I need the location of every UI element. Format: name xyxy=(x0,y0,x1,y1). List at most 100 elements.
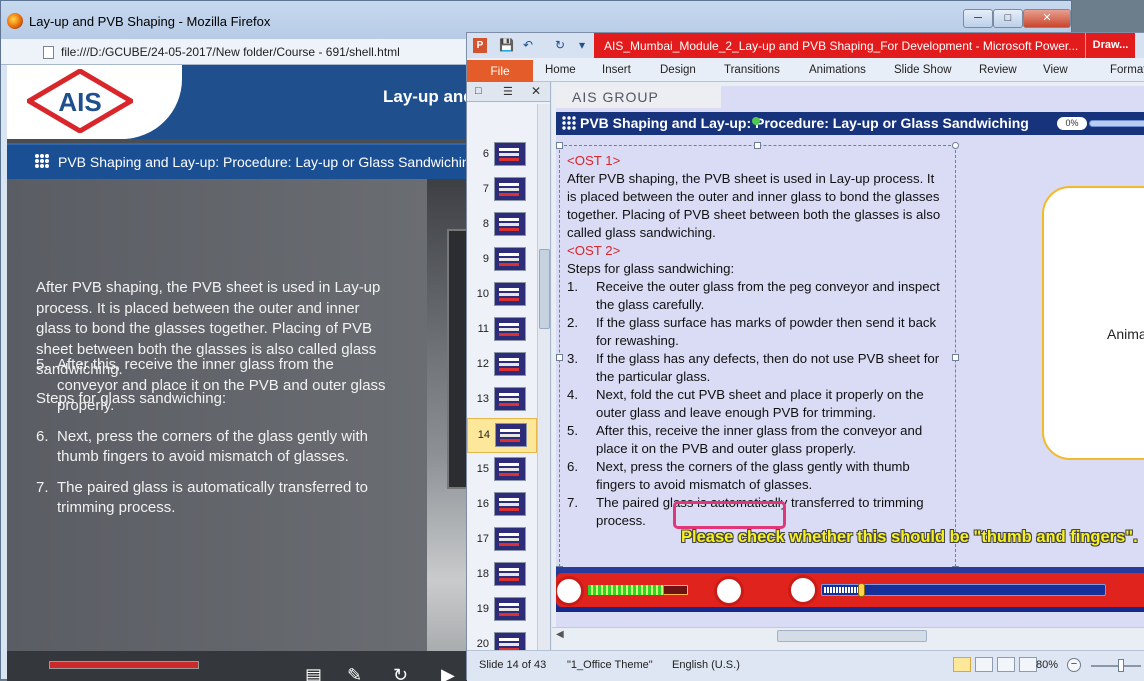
slide-thumbnail-image[interactable] xyxy=(494,352,526,376)
animation-placeholder[interactable]: Anima xyxy=(1042,186,1144,460)
slide-canvas[interactable]: AIS GROUP PVB Shaping and Lay-up: Proced… xyxy=(556,86,1144,632)
tab-file[interactable]: File xyxy=(467,60,533,82)
zoom-level[interactable]: 80% xyxy=(1036,659,1058,671)
drawing-tools-tab[interactable]: Draw... xyxy=(1085,33,1135,58)
pane-tabs: □ ☰ ✕ xyxy=(467,82,550,102)
powerpoint-titlebar: P 💾 ↶ ↻ ▾ AIS_Mumbai_Module_2_Lay-up and… xyxy=(467,33,1144,58)
slide-thumbnail-image[interactable] xyxy=(494,142,526,166)
status-bar: Slide 14 of 43 "1_Office Theme" English … xyxy=(467,650,1144,681)
slide-thumbnail[interactable]: 17 xyxy=(467,523,537,558)
slide-thumbnail-image[interactable] xyxy=(494,247,526,271)
zoom-out-icon[interactable]: − xyxy=(1067,658,1081,672)
slide-thumbnail-image[interactable] xyxy=(494,387,526,411)
slide-step-item: 5. After this, receive the inner glass fr… xyxy=(567,422,947,458)
close-button[interactable]: ✕ xyxy=(1023,9,1071,28)
tab-insert[interactable]: Insert xyxy=(602,64,631,76)
firefox-window-title: Lay-up and PVB Shaping - Mozilla Firefox xyxy=(29,14,271,29)
slide-thumbnail[interactable]: 19 xyxy=(467,593,537,628)
slide-thumbnail-image[interactable] xyxy=(494,317,526,341)
slide-thumbnail-number: 10 xyxy=(476,288,489,300)
slide-step-number: 2. xyxy=(567,315,578,330)
slide-thumbnail-number: 6 xyxy=(482,148,489,160)
maximize-button[interactable]: □ xyxy=(993,9,1023,28)
slide-thumbnail-image[interactable] xyxy=(494,282,526,306)
slide-thumbnail-number: 18 xyxy=(476,568,489,580)
slide-thumbnail-image[interactable] xyxy=(494,632,526,650)
slides-tab-icon[interactable]: □ xyxy=(475,85,482,97)
qat-dropdown-icon[interactable]: ▾ xyxy=(579,38,585,52)
slide-thumbnail[interactable]: 8 xyxy=(467,208,537,243)
tab-format[interactable]: Format xyxy=(1110,64,1144,76)
slide-thumbnail-image[interactable] xyxy=(494,492,526,516)
playback-thumb[interactable] xyxy=(858,583,865,597)
logo-text: AIS xyxy=(58,87,101,117)
slide-thumbnail[interactable]: 20 xyxy=(467,628,537,650)
slide-step-text: Next, press the corners of the glass gen… xyxy=(596,459,910,492)
tab-slide-show[interactable]: Slide Show xyxy=(894,64,952,76)
replay-icon[interactable]: ↻ xyxy=(393,665,408,681)
slide-thumbnail-image[interactable] xyxy=(494,597,526,621)
tab-animations[interactable]: Animations xyxy=(809,64,866,76)
close-pane-icon[interactable]: ✕ xyxy=(531,84,541,98)
save-icon[interactable]: 💾 xyxy=(499,38,514,52)
animation-placeholder-text: Anima xyxy=(1107,326,1144,342)
pause-icon[interactable] xyxy=(788,575,818,605)
slide-thumbnail[interactable]: 13 xyxy=(467,383,537,418)
zoom-slider-track[interactable] xyxy=(1091,665,1141,667)
slide-thumbnail-image[interactable] xyxy=(494,562,526,586)
tab-design[interactable]: Design xyxy=(660,64,696,76)
tab-view[interactable]: View xyxy=(1043,64,1068,76)
slide-thumbnail-image[interactable] xyxy=(494,527,526,551)
course-step-number: 6. xyxy=(36,427,49,445)
slide-step-item: 3. If the glass has any defects, then do … xyxy=(567,350,947,386)
slide-text-body[interactable]: <OST 1> After PVB shaping, the PVB sheet… xyxy=(567,152,947,530)
firefox-logo-icon xyxy=(7,13,23,29)
slide-thumbnail-number: 19 xyxy=(476,603,489,615)
slide-thumbnail-image[interactable] xyxy=(494,457,526,481)
slide-thumbnail[interactable]: 9 xyxy=(467,243,537,278)
zoom-slider-thumb[interactable] xyxy=(1118,659,1124,672)
normal-view-button[interactable] xyxy=(953,657,971,672)
resize-handle[interactable] xyxy=(556,142,563,149)
url-text[interactable]: file:///D:/GCUBE/24-05-2017/New folder/C… xyxy=(61,45,400,59)
slide-sorter-button[interactable] xyxy=(975,657,993,672)
reading-view-button[interactable] xyxy=(997,657,1015,672)
tab-review[interactable]: Review xyxy=(979,64,1017,76)
resize-handle[interactable] xyxy=(952,142,959,149)
chat-icon[interactable] xyxy=(714,576,744,606)
undo-icon[interactable]: ↶ xyxy=(523,38,533,52)
scroll-left-icon[interactable]: ◀ xyxy=(556,629,564,640)
resize-handle[interactable] xyxy=(754,142,761,149)
thumbnail-scrollbar[interactable] xyxy=(537,104,550,650)
tab-home[interactable]: Home xyxy=(545,64,576,76)
slide-thumbnail[interactable]: 15 xyxy=(467,453,537,488)
resize-handle[interactable] xyxy=(556,354,563,361)
slide-thumbnail[interactable]: 10 xyxy=(467,278,537,313)
slide-step-number: 6. xyxy=(567,459,578,474)
notes-icon[interactable]: ▤ xyxy=(305,665,322,681)
horizontal-scroll-thumb[interactable] xyxy=(777,630,927,642)
slide-thumbnail[interactable]: 11 xyxy=(467,313,537,348)
slide-thumbnail[interactable]: 6 xyxy=(467,138,537,173)
slide-thumbnail[interactable]: 12 xyxy=(467,348,537,383)
slide-thumbnail-number: 15 xyxy=(476,463,489,475)
redo-icon[interactable]: ↻ xyxy=(555,38,565,52)
pencil-icon[interactable]: ✎ xyxy=(347,665,362,681)
tab-transitions[interactable]: Transitions xyxy=(724,64,780,76)
rotate-handle[interactable] xyxy=(752,117,760,125)
thumbnail-scroll-thumb[interactable] xyxy=(539,249,550,329)
slide-thumbnail-image[interactable] xyxy=(494,212,526,236)
resize-handle[interactable] xyxy=(952,354,959,361)
slide-thumbnail[interactable]: 18 xyxy=(467,558,537,593)
slide-thumbnail[interactable]: 14 xyxy=(467,418,537,453)
next-icon[interactable]: ▶ xyxy=(441,665,455,681)
language-indicator[interactable]: English (U.S.) xyxy=(672,659,740,671)
slide-thumbnail[interactable]: 7 xyxy=(467,173,537,208)
slide-thumbnail[interactable]: 16 xyxy=(467,488,537,523)
horizontal-scrollbar[interactable]: ◀ xyxy=(552,627,1144,644)
slide-thumbnail-image[interactable] xyxy=(495,423,527,447)
slide-thumbnail-image[interactable] xyxy=(494,177,526,201)
slide-show-button[interactable] xyxy=(1019,657,1037,672)
outline-tab-icon[interactable]: ☰ xyxy=(503,85,513,98)
minimize-button[interactable]: ─ xyxy=(963,9,993,28)
